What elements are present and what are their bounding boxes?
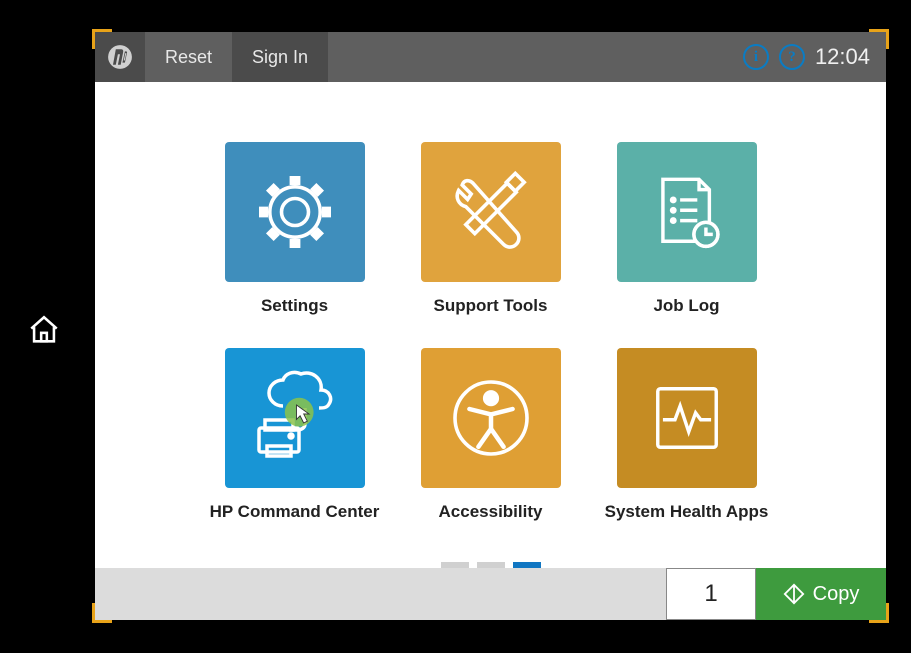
tile-job-log[interactable]: Job Log (592, 142, 782, 316)
tile-icon-box (421, 348, 561, 488)
help-icon[interactable]: ? (779, 44, 805, 70)
corner-decoration (873, 607, 889, 623)
tile-label: Settings (261, 296, 328, 316)
reset-button[interactable]: Reset (145, 32, 232, 82)
tile-label: System Health Apps (605, 502, 769, 522)
reset-label: Reset (165, 47, 212, 68)
copy-count-value: 1 (704, 580, 717, 608)
gear-icon (250, 167, 340, 257)
tile-hp-command-center[interactable]: HP Command Center (200, 348, 390, 522)
clock: 12:04 (815, 44, 870, 70)
app-grid: Settings Support Tools (200, 82, 782, 522)
tile-icon-box (617, 348, 757, 488)
tile-icon-box (225, 348, 365, 488)
header-right: i ? 12:04 (743, 44, 886, 70)
tile-icon-box (421, 142, 561, 282)
tile-icon-box (617, 142, 757, 282)
tile-support-tools[interactable]: Support Tools (396, 142, 586, 316)
signin-button[interactable]: Sign In (232, 32, 328, 82)
corner-decoration (92, 29, 108, 45)
header-bar: Reset Sign In i ? 12:04 (95, 32, 886, 82)
tile-label: Accessibility (439, 502, 543, 522)
home-icon (27, 313, 61, 347)
home-content: Settings Support Tools (95, 82, 886, 568)
tile-icon-box (225, 142, 365, 282)
pulse-icon (644, 375, 730, 461)
tile-label: HP Command Center (210, 502, 380, 522)
touchscreen: Reset Sign In i ? 12:04 Setti (95, 32, 886, 620)
tools-icon (446, 167, 536, 257)
corner-decoration (92, 607, 108, 623)
joblog-icon (644, 169, 730, 255)
tile-settings[interactable]: Settings (200, 142, 390, 316)
info-icon[interactable]: i (743, 44, 769, 70)
corner-decoration (873, 29, 889, 45)
hp-logo-icon (106, 43, 134, 71)
tile-system-health-apps[interactable]: System Health Apps (592, 348, 782, 522)
tile-label: Job Log (653, 296, 719, 316)
copy-count-input[interactable]: 1 (666, 568, 756, 620)
tile-accessibility[interactable]: Accessibility (396, 348, 586, 522)
accessibility-icon (446, 373, 536, 463)
cloud-printer-icon (245, 368, 345, 468)
footer-bar: 1 Copy (95, 568, 886, 620)
tile-label: Support Tools (434, 296, 548, 316)
start-diamond-icon (783, 583, 805, 605)
signin-label: Sign In (252, 47, 308, 68)
copy-button-label: Copy (813, 583, 860, 606)
copy-button[interactable]: Copy (756, 568, 886, 620)
home-button[interactable] (24, 310, 64, 350)
